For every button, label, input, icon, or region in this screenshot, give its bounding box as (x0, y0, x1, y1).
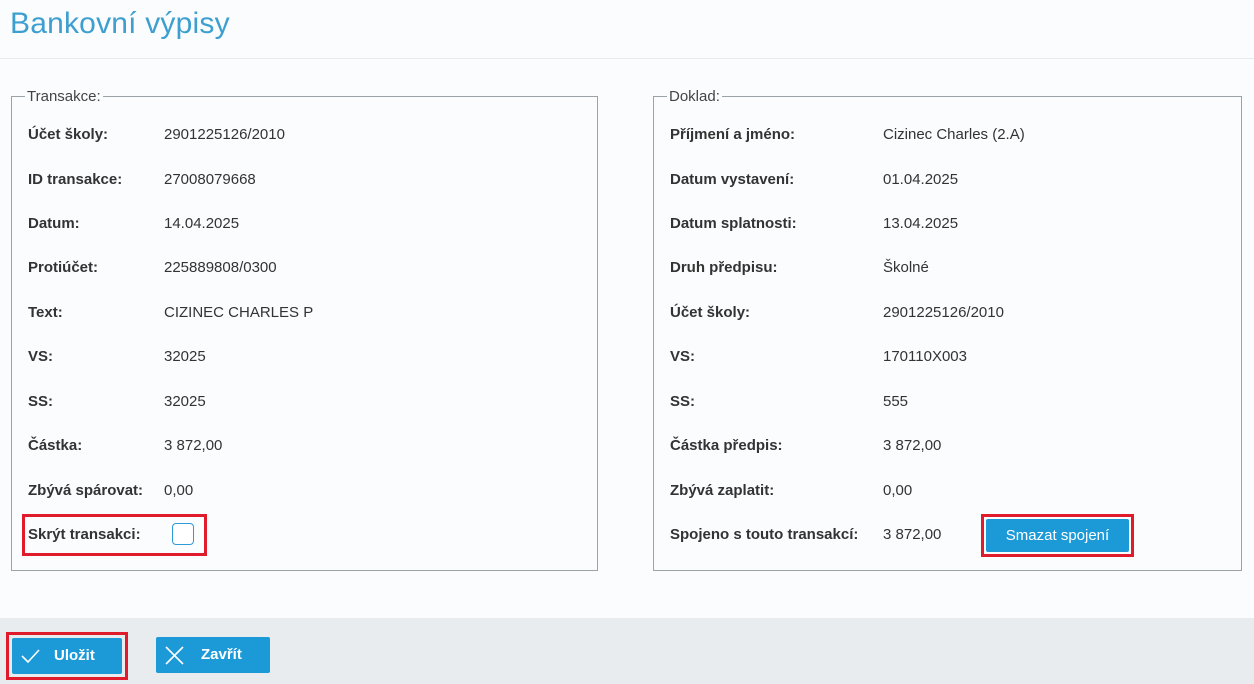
row-label: VS: (28, 348, 54, 365)
document-row-label: Účet školy: (670, 304, 751, 321)
document-row-value: 01.04.2025 (883, 171, 959, 188)
row-value: 2901225126/2010 (164, 126, 285, 143)
document-row-value: Školné (883, 259, 929, 276)
linked-label: Spojeno s touto transakcí: (670, 526, 859, 543)
document-row-value: 170110X003 (883, 348, 967, 365)
row-label: Částka: (28, 437, 83, 454)
document-row-value: 13.04.2025 (883, 215, 959, 232)
document-row-value: 2901225126/2010 (883, 304, 1004, 321)
document-row-label: VS: (670, 348, 696, 365)
document-row-label: Druh předpisu: (670, 259, 778, 276)
row-value: CIZINEC CHARLES P (164, 304, 314, 321)
save-button[interactable]: Uložit (12, 638, 122, 674)
save-label: Uložit (54, 647, 95, 664)
row-value: 27008079668 (164, 171, 256, 188)
unlink-button[interactable]: Smazat spojení (986, 519, 1129, 552)
document-row-value: 3 872,00 (883, 437, 942, 454)
row-label: Text: (28, 304, 63, 321)
document-row-label: Příjmení a jméno: (670, 126, 796, 143)
document-row-label: Zbývá zaplatit: (670, 482, 775, 499)
document-row-label: Částka předpis: (670, 437, 783, 454)
document-row-value: 0,00 (883, 482, 913, 499)
row-label: SS: (28, 393, 54, 410)
row-label: Protiúčet: (28, 259, 99, 276)
page-title: Bankovní výpisy (10, 7, 230, 40)
row-label: ID transakce: (28, 171, 123, 188)
document-row-label: SS: (670, 393, 696, 410)
close-label: Zavřít (201, 646, 242, 663)
document-row-label: Datum vystavení: (670, 171, 795, 188)
linked-value: 3 872,00 (883, 526, 942, 543)
document-row-value: Cizinec Charles (2.A) (883, 126, 1025, 143)
transaction-legend: Transakce: (27, 88, 101, 105)
row-label: Datum: (28, 215, 80, 232)
row-value: 225889808/0300 (164, 259, 277, 276)
close-button[interactable]: Zavřít (156, 637, 270, 673)
document-legend: Doklad: (669, 88, 720, 105)
hide-transaction-checkbox[interactable] (172, 523, 194, 545)
document-row-value: 555 (883, 393, 909, 410)
row-value: 32025 (164, 393, 206, 410)
check-icon (21, 649, 40, 664)
row-value: 14.04.2025 (164, 215, 240, 232)
row-label: Zbývá spárovat: (28, 482, 144, 499)
page-header: Bankovní výpisy (0, 0, 1254, 59)
hide-transaction-label: Skrýt transakci: (28, 526, 141, 543)
row-label: Účet školy: (28, 126, 109, 143)
row-value: 0,00 (164, 482, 194, 499)
document-row-label: Datum splatnosti: (670, 215, 797, 232)
row-value: 32025 (164, 348, 206, 365)
row-value: 3 872,00 (164, 437, 223, 454)
close-icon (165, 646, 184, 665)
